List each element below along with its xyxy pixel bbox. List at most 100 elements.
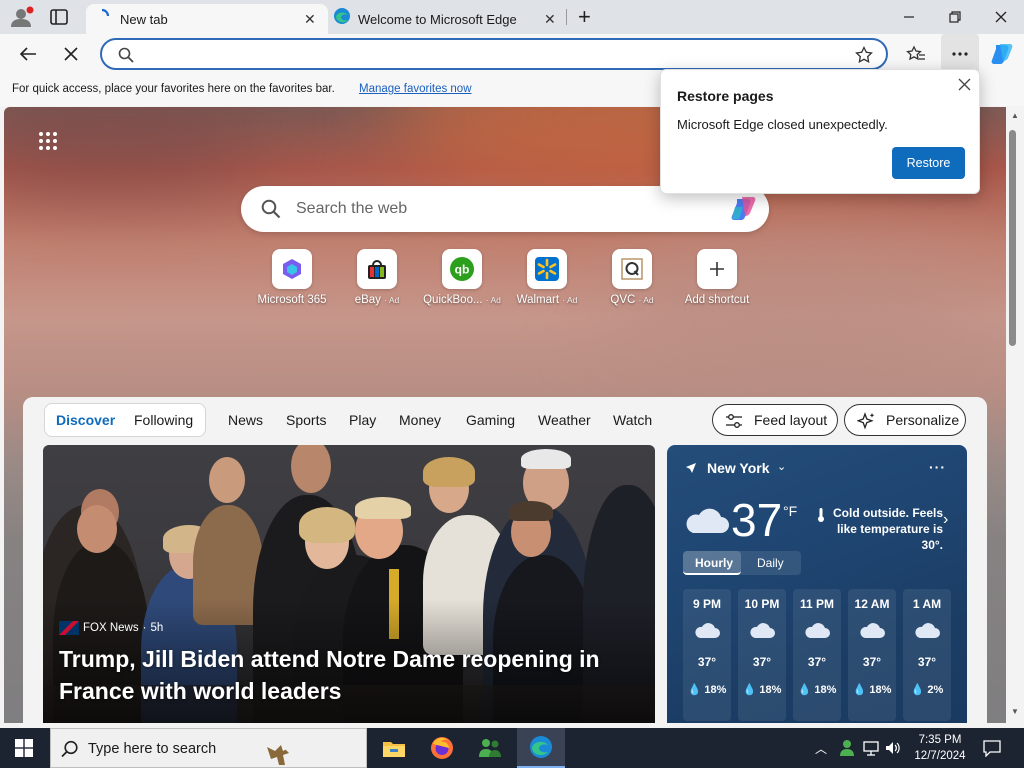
tab-discover[interactable]: Discover <box>56 412 115 428</box>
hour-label: 12 AM <box>854 597 890 611</box>
forecast-tabs: Hourly Daily <box>683 551 801 575</box>
weather-card[interactable]: New York ⌄ ··· 37 °F Cold outside. Feels… <box>667 445 967 723</box>
ebay-icon <box>357 249 397 289</box>
more-options-icon[interactable]: ··· <box>929 459 946 475</box>
stop-loading-button[interactable] <box>53 34 89 74</box>
close-tab-icon[interactable]: ✕ <box>304 11 316 28</box>
tab-news[interactable]: News <box>228 412 263 428</box>
chevron-right-icon[interactable]: › <box>943 511 948 529</box>
taskbar-search[interactable]: Type here to search <box>50 728 367 768</box>
tab-sports[interactable]: Sports <box>286 412 326 428</box>
location-arrow-icon <box>685 462 697 474</box>
weather-location[interactable]: New York <box>707 460 770 476</box>
network-icon[interactable] <box>863 740 879 756</box>
dialog-message: Microsoft Edge closed unexpectedly. <box>677 117 888 132</box>
tab-daily[interactable]: Daily <box>757 556 784 570</box>
minimize-button[interactable] <box>886 0 932 34</box>
article-age: 5h <box>150 622 164 634</box>
start-button[interactable] <box>0 728 48 768</box>
hero-news-card[interactable]: FOX News · 5h Trump, Jill Biden attend N… <box>43 445 655 723</box>
shortcut-microsoft-365[interactable]: Microsoft 365 <box>250 249 334 306</box>
tab-divider <box>566 9 567 25</box>
apps-launcher-icon[interactable] <box>38 131 58 151</box>
volume-icon[interactable] <box>885 740 901 756</box>
scrollbar-thumb[interactable] <box>1009 130 1016 346</box>
hour-temp: 37° <box>697 655 717 669</box>
favorite-star-icon[interactable] <box>855 46 873 64</box>
copilot-button[interactable] <box>984 34 1020 74</box>
hour-label: 9 PM <box>692 597 721 611</box>
tab-play[interactable]: Play <box>349 412 376 428</box>
walmart-icon <box>527 249 567 289</box>
hour-temp: 37° <box>862 655 882 669</box>
shortcut-label: Add shortcut <box>684 294 750 306</box>
hour-temp: 37° <box>807 655 827 669</box>
tab-label: New tab <box>120 12 168 27</box>
temperature-unit: °F <box>783 503 798 519</box>
close-icon[interactable] <box>958 78 971 91</box>
qvc-icon <box>612 249 652 289</box>
people-app-icon[interactable] <box>466 728 514 768</box>
edge-taskbar-icon[interactable] <box>517 728 565 768</box>
clock[interactable]: 7:35 PM 12/7/2024 <box>907 732 973 764</box>
file-explorer-icon[interactable] <box>370 728 418 768</box>
new-tab-button[interactable]: + <box>578 4 591 30</box>
shortcut-quickbooks[interactable]: qb QuickBoo... · Ad <box>420 249 504 306</box>
feed-layout-button[interactable]: Feed layout <box>712 404 838 436</box>
shortcut-ebay[interactable]: eBay · Ad <box>335 249 419 306</box>
svg-text:qb: qb <box>455 263 470 277</box>
hourly-forecast-item: 10 PM 37° 💧 18% <box>738 589 786 721</box>
toolbar <box>0 34 1024 74</box>
back-button[interactable] <box>10 34 46 74</box>
personalize-button[interactable]: Personalize <box>844 404 966 436</box>
close-window-button[interactable] <box>978 0 1024 34</box>
ad-label: · Ad <box>562 295 578 305</box>
manage-favorites-link[interactable]: Manage favorites now <box>359 83 472 95</box>
tab-actions-icon[interactable] <box>50 9 68 25</box>
restore-pages-dialog: Restore pages Microsoft Edge closed unex… <box>660 69 980 194</box>
hour-label: 11 PM <box>799 597 835 611</box>
hourly-forecast-item: 1 AM 37° 💧 2% <box>903 589 951 721</box>
settings-more-button[interactable] <box>941 34 979 74</box>
tab-money[interactable]: Money <box>399 412 441 428</box>
ad-label: · Ad <box>384 295 400 305</box>
sliders-icon <box>725 413 743 429</box>
tab-following[interactable]: Following <box>134 412 193 428</box>
microsoft-365-icon <box>272 249 312 289</box>
favorites-hint: For quick access, place your favorites h… <box>12 83 335 95</box>
cloudy-icon <box>683 505 729 535</box>
taskbar-search-placeholder: Type here to search <box>88 741 217 757</box>
chevron-down-icon[interactable]: ⌄ <box>777 460 786 473</box>
time: 7:35 PM <box>918 734 962 746</box>
tab-welcome-edge[interactable]: Welcome to Microsoft Edge ✕ <box>330 4 566 34</box>
shortcut-qvc[interactable]: QVC · Ad <box>590 249 674 306</box>
hour-label: 1 AM <box>912 597 942 611</box>
tab-new-tab[interactable]: New tab ✕ <box>86 4 328 34</box>
tab-gaming[interactable]: Gaming <box>466 412 515 428</box>
add-shortcut-button[interactable]: Add shortcut <box>675 249 759 306</box>
profile-icon[interactable] <box>8 6 34 28</box>
close-tab-icon[interactable]: ✕ <box>544 11 556 28</box>
address-bar[interactable] <box>100 38 888 70</box>
tab-weather[interactable]: Weather <box>538 412 591 428</box>
notifications-icon[interactable] <box>983 740 1001 757</box>
favorites-button[interactable] <box>898 34 934 74</box>
user-status-icon[interactable] <box>839 739 855 757</box>
tab-hourly[interactable]: Hourly <box>683 551 741 575</box>
restore-button[interactable] <box>932 0 978 34</box>
hour-precip: 18% <box>759 684 782 696</box>
feed-mode-switch: Discover Following <box>44 403 206 437</box>
tab-watch[interactable]: Watch <box>613 412 652 428</box>
chevron-up-icon[interactable]: ︿ <box>815 740 827 757</box>
scroll-down-icon[interactable]: ▼ <box>1011 707 1019 716</box>
restore-button[interactable]: Restore <box>892 147 965 179</box>
hour-precip: 18% <box>814 684 837 696</box>
shortcut-walmart[interactable]: Walmart · Ad <box>505 249 589 306</box>
scroll-up-icon[interactable]: ▲ <box>1011 111 1019 120</box>
fox-news-logo-icon <box>59 621 79 635</box>
search-icon <box>61 740 79 758</box>
date: 12/7/2024 <box>914 750 966 762</box>
new-tab-page: Search the web Microsoft 365 eBay · Ad q… <box>4 107 1006 723</box>
firefox-icon[interactable] <box>418 728 466 768</box>
copilot-icon[interactable] <box>729 195 759 223</box>
